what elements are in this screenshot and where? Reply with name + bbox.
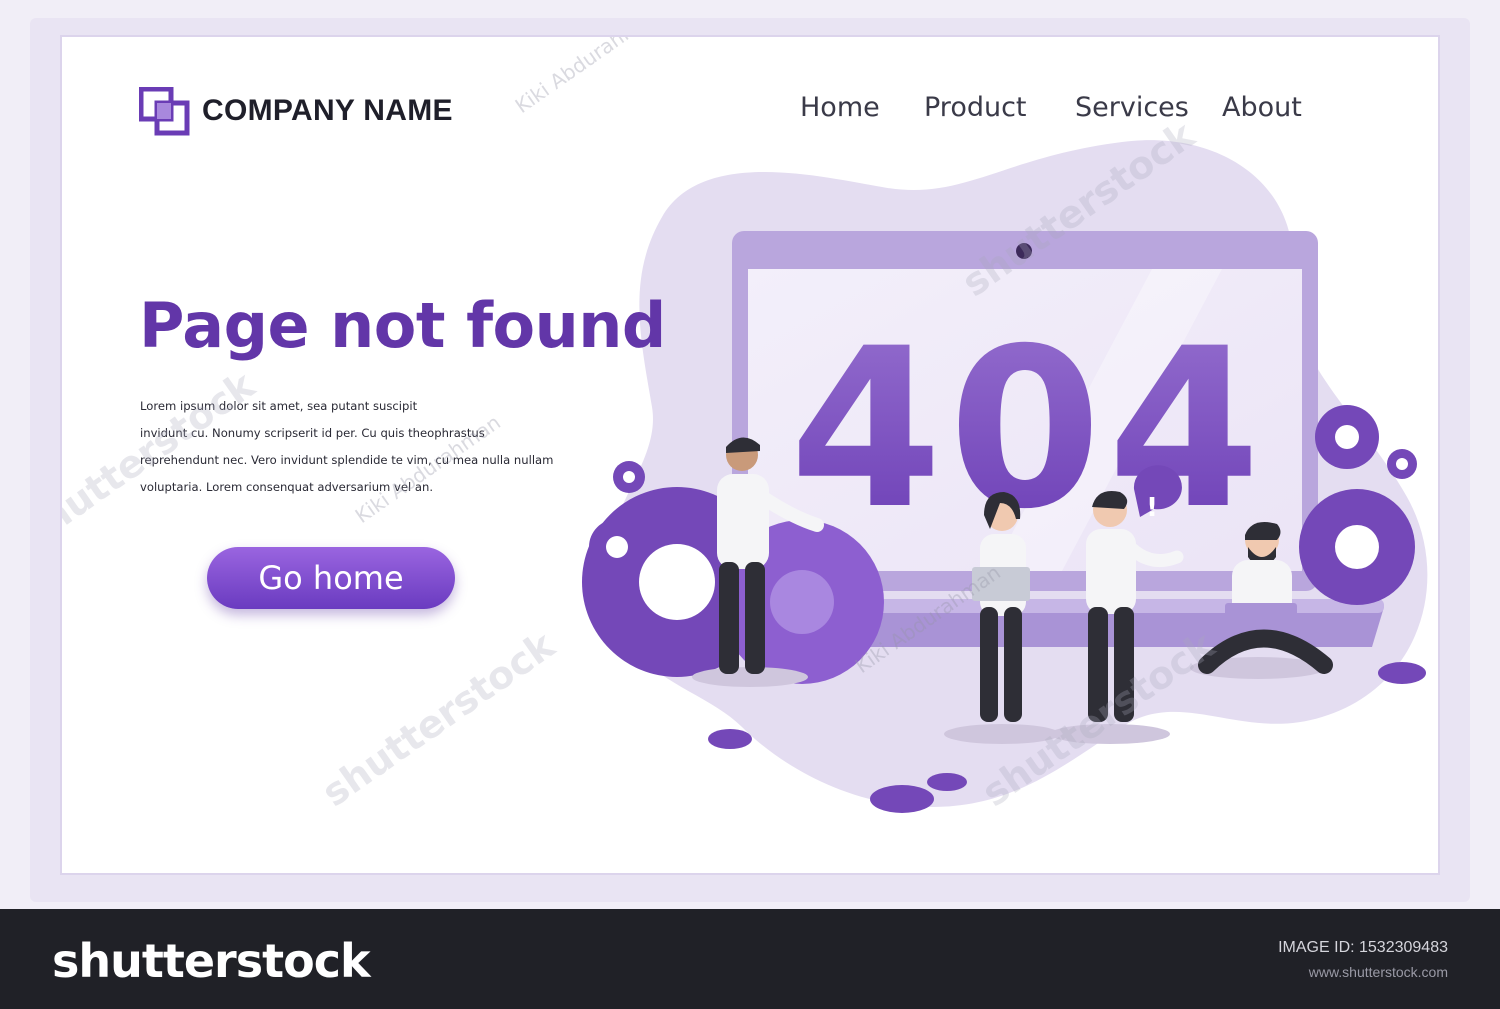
laptop-icon: [672, 231, 1384, 647]
speech-bubble-icon: !: [1133, 465, 1182, 523]
nav-services[interactable]: Services: [1075, 92, 1189, 123]
nav-home[interactable]: Home: [800, 92, 880, 123]
hero-description: Lorem ipsum dolor sit amet, sea putant s…: [140, 393, 600, 501]
nav-product[interactable]: Product: [924, 92, 1027, 123]
go-home-button[interactable]: Go home: [207, 547, 455, 609]
company-name[interactable]: COMPANY NAME: [202, 94, 453, 128]
person-icon: [1198, 522, 1333, 674]
footer-brand-logo: shutterstock: [52, 934, 371, 988]
company-logo[interactable]: [139, 87, 191, 137]
hero-description-line: invidunt cu. Nonumy scripserit id per. C…: [140, 426, 485, 440]
svg-text:!: !: [1146, 493, 1158, 523]
error-code-404: 404: [789, 301, 1266, 557]
watermark-credit: Kiki Abdurahman: [850, 559, 1005, 679]
watermark-credit: Kiki Abdurahman: [510, 37, 665, 119]
watermark-text: shutterstock: [974, 622, 1223, 816]
footer-image-id: IMAGE ID: 1532309483: [1278, 939, 1448, 956]
stock-footer: shutterstock IMAGE ID: 1532309483 www.sh…: [0, 909, 1500, 1009]
gear-icon: [582, 405, 1426, 813]
landing-page: 404 ! COMPANY NAME Home Product Services…: [62, 37, 1438, 873]
footer-url: www.shutterstock.com: [1308, 964, 1448, 980]
person-icon: [1086, 491, 1184, 722]
watermark-text: shutterstock: [314, 622, 563, 816]
person-icon: [717, 437, 824, 674]
nav-about[interactable]: About: [1222, 92, 1302, 123]
person-icon: [972, 492, 1030, 722]
page-title: Page not found: [139, 289, 666, 362]
hero-description-line: voluptaria. Lorem consenquat adversarium…: [140, 480, 434, 494]
background-blob: [604, 140, 1428, 807]
watermark-text: shutterstock: [954, 112, 1203, 306]
hero-description-line: reprehendunt nec. Vero invidunt splendid…: [140, 453, 554, 467]
hero-description-line: Lorem ipsum dolor sit amet, sea putant s…: [140, 399, 418, 413]
